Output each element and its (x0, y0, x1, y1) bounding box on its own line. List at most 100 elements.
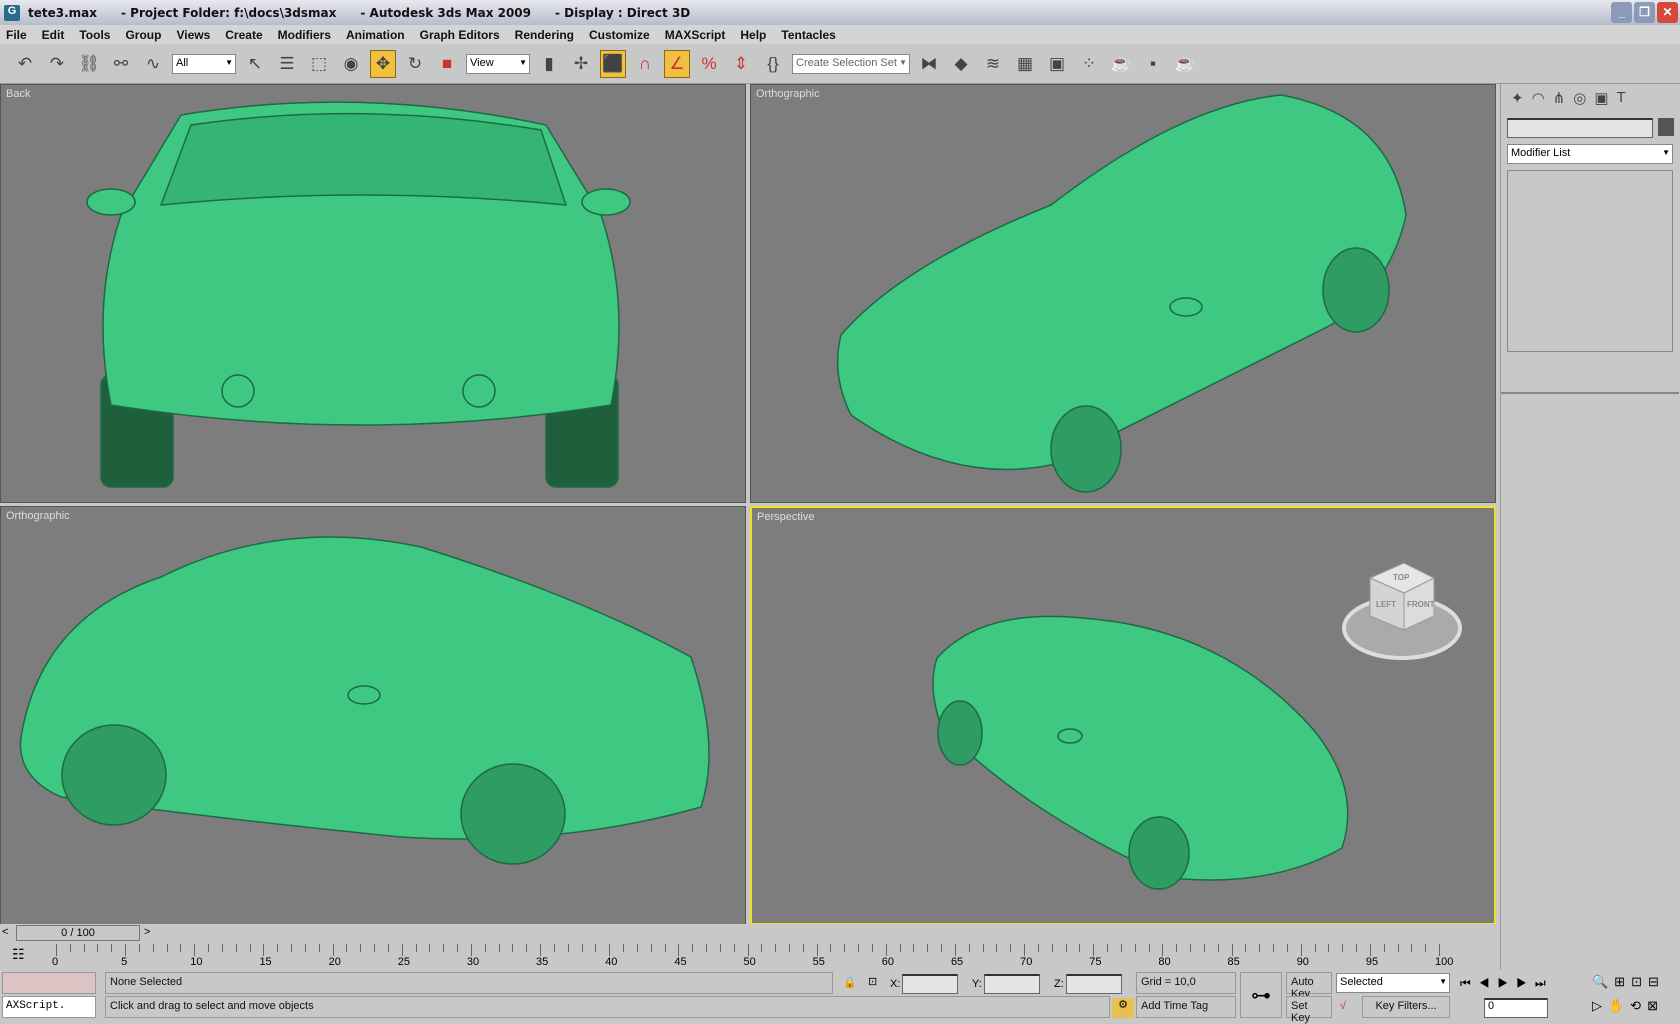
time-slider[interactable]: 0 / 100 (16, 925, 140, 941)
selection-filter-dropdown[interactable]: All (172, 53, 236, 74)
close-button[interactable]: ✕ (1657, 2, 1678, 23)
menu-views[interactable]: Views (176, 28, 210, 42)
manipulate-icon[interactable]: ✢ (568, 50, 594, 78)
tick (968, 944, 970, 952)
viewcube-top[interactable]: TOP (1393, 573, 1409, 582)
menu-edit[interactable]: Edit (42, 28, 65, 42)
viewport-label[interactable]: Orthographic (756, 88, 820, 100)
set-key-icon[interactable]: ⊶ (1240, 972, 1282, 1018)
absolute-mode-icon[interactable]: ⊡ (868, 975, 877, 988)
tick (443, 944, 445, 952)
tick (125, 944, 127, 956)
menu-create[interactable]: Create (225, 28, 262, 42)
tick-label: 5 (121, 956, 128, 968)
track-bar[interactable]: ☷ 0 5 10 15 20 25 30 35 40 45 50 55 60 65 70 75 80 85 90 95… (0, 942, 1496, 970)
add-time-tag-button[interactable]: Add Time Tag (1136, 996, 1236, 1018)
current-frame-input[interactable]: 0 (1484, 998, 1548, 1018)
minimize-button[interactable]: _ (1611, 2, 1632, 23)
display-tab-icon[interactable]: ▣ (1594, 89, 1608, 107)
menu-graph-editors[interactable]: Graph Editors (420, 28, 500, 42)
playback-controls[interactable]: ⏮◀▶▶⏭ (1460, 976, 1554, 991)
unlink-icon[interactable]: ⚯ (108, 50, 134, 78)
set-key-button[interactable]: Set Key (1286, 996, 1332, 1024)
material-editor-icon[interactable]: ⁘ (1076, 50, 1102, 78)
auto-key-button[interactable]: Auto Key (1286, 972, 1332, 1000)
select-icon[interactable]: ↖ (242, 50, 268, 78)
menu-group[interactable]: Group (125, 28, 161, 42)
rotate-icon[interactable]: ↻ (402, 50, 428, 78)
quick-render-icon[interactable]: ☕ (1172, 50, 1198, 78)
render-setup-icon[interactable]: ☕ (1108, 50, 1134, 78)
key-tangent-icon[interactable]: √ (1340, 1000, 1346, 1012)
menu-tentacles[interactable]: Tentacles (781, 28, 835, 42)
window-crossing-icon[interactable]: ◉ (338, 50, 364, 78)
mini-curve-editor-icon[interactable]: ☷ (12, 946, 25, 963)
create-tab-icon[interactable]: ✦ (1511, 89, 1524, 107)
menu-customize[interactable]: Customize (589, 28, 650, 42)
pivot-icon[interactable]: ▮ (536, 50, 562, 78)
spinner-snap-icon[interactable]: ⇕ (728, 50, 754, 78)
layer-manager-icon[interactable]: ≋ (980, 50, 1006, 78)
mirror-icon[interactable]: ⧓ (916, 50, 942, 78)
modify-tab-icon[interactable]: ◠ (1532, 89, 1545, 107)
modifier-list-dropdown[interactable]: Modifier List (1507, 144, 1673, 164)
percent-snap-icon[interactable]: % (696, 50, 722, 78)
y-coord-input[interactable] (984, 974, 1040, 994)
rendered-frame-icon[interactable]: ▪ (1140, 50, 1166, 78)
menu-help[interactable]: Help (740, 28, 766, 42)
viewport-label[interactable]: Back (6, 88, 30, 100)
angle-snap-icon[interactable]: ∠ (664, 49, 690, 78)
viewcube-left[interactable]: LEFT (1376, 600, 1396, 609)
listener-mini[interactable] (2, 972, 96, 994)
align-icon[interactable]: ◆ (948, 50, 974, 78)
menu-maxscript[interactable]: MAXScript (665, 28, 726, 42)
move-icon[interactable]: ✥ (370, 49, 396, 78)
menu-rendering[interactable]: Rendering (515, 28, 574, 42)
menu-tools[interactable]: Tools (79, 28, 110, 42)
tick (194, 944, 196, 956)
modifier-stack[interactable] (1507, 170, 1673, 352)
bind-spacewarp-icon[interactable]: ∿ (140, 50, 166, 78)
motion-tab-icon[interactable]: ◎ (1573, 89, 1586, 107)
app-icon[interactable]: G (4, 4, 20, 21)
reference-coord-dropdown[interactable]: View (466, 53, 530, 74)
viewport-perspective[interactable]: TOP LEFT FRONT Perspective (750, 506, 1496, 925)
viewport-back[interactable]: Back (0, 84, 746, 503)
time-tag-icon[interactable]: ⚙ (1112, 998, 1134, 1018)
schematic-view-icon[interactable]: ▣ (1044, 50, 1070, 78)
object-color-swatch[interactable] (1658, 118, 1674, 136)
rect-selection-icon[interactable]: ⬚ (306, 50, 332, 78)
z-coord-input[interactable] (1066, 974, 1122, 994)
x-coord-input[interactable] (902, 974, 958, 994)
curve-editor-icon[interactable]: ▦ (1012, 50, 1038, 78)
maxscript-listener[interactable]: AXScript. (2, 996, 96, 1018)
menu-animation[interactable]: Animation (346, 28, 405, 42)
hierarchy-tab-icon[interactable]: ⋔ (1553, 89, 1566, 107)
next-frame-button[interactable]: > (144, 926, 150, 938)
viewport-orthographic-bottom[interactable]: Orthographic (0, 506, 746, 925)
prev-frame-button[interactable]: < (2, 926, 8, 938)
viewport-label[interactable]: Perspective (757, 511, 814, 523)
keyboard-shortcut-icon[interactable]: ⬛ (600, 49, 626, 78)
viewport-nav-controls[interactable]: 🔍⊞⊡⊟ (1592, 974, 1665, 990)
redo-icon[interactable]: ↷ (44, 50, 70, 78)
snap-3d-icon[interactable]: ∩ (632, 50, 658, 78)
scale-icon[interactable]: ■ (434, 50, 460, 78)
lock-icon[interactable]: 🔒 (843, 976, 857, 989)
key-mode-dropdown[interactable]: Selected (1336, 973, 1450, 993)
menu-modifiers[interactable]: Modifiers (278, 28, 331, 42)
object-name-input[interactable] (1507, 118, 1653, 138)
utilities-tab-icon[interactable]: T (1617, 89, 1626, 107)
viewport-orthographic-top[interactable]: Orthographic (750, 84, 1496, 503)
named-selection-icon[interactable]: {} (760, 50, 786, 78)
undo-icon[interactable]: ↶ (12, 50, 38, 78)
select-by-name-icon[interactable]: ☰ (274, 50, 300, 78)
key-filters-button[interactable]: Key Filters... (1362, 996, 1450, 1018)
viewport-nav-controls-2[interactable]: ▷✋⟲⊠ (1592, 998, 1664, 1014)
selection-set-dropdown[interactable]: Create Selection Set (792, 53, 910, 74)
viewport-label[interactable]: Orthographic (6, 510, 70, 522)
viewcube-front[interactable]: FRONT (1407, 600, 1435, 609)
link-icon[interactable]: ⛓ (76, 50, 102, 78)
menu-file[interactable]: File (6, 28, 27, 42)
restore-button[interactable]: ❐ (1634, 2, 1655, 23)
